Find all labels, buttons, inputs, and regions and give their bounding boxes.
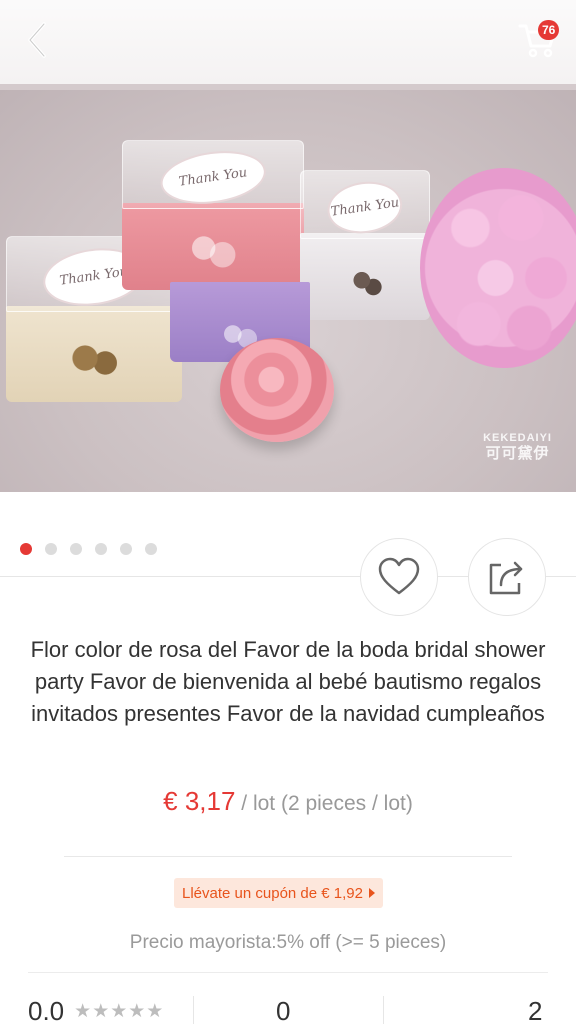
pagination-dot[interactable] xyxy=(145,543,157,555)
star-rating-icon: ★★★★★ xyxy=(74,1001,165,1022)
caret-right-icon xyxy=(368,888,375,898)
product-title: Flor color de rosa del Favor de la boda … xyxy=(30,637,546,726)
price-row: € 3,17 / lot (2 pieces / lot) xyxy=(0,786,576,817)
pagination-dot[interactable] xyxy=(20,543,32,555)
gallery-pagination xyxy=(20,543,157,555)
wishlist-button[interactable] xyxy=(360,538,438,616)
silver-favor-box: Thank You xyxy=(300,170,430,320)
product-stats: 0.0 ★★★★★ 0 2 xyxy=(0,996,576,1024)
hydrangea-flower xyxy=(420,168,576,368)
chevron-left-icon xyxy=(28,22,46,58)
coupon-label: Llévate un cupón de € 1,92 xyxy=(182,884,363,902)
wishlist-count-stat[interactable]: 2 xyxy=(528,996,542,1024)
share-icon xyxy=(489,561,523,595)
back-button[interactable] xyxy=(18,16,58,64)
pagination-dot[interactable] xyxy=(120,543,132,555)
stat-divider xyxy=(193,996,194,1024)
price-unit: / lot (2 pieces / lot) xyxy=(235,792,413,815)
top-bar xyxy=(0,0,576,84)
pagination-dot[interactable] xyxy=(95,543,107,555)
rating-stat[interactable]: 0.0 ★★★★★ xyxy=(28,996,164,1024)
image-watermark: KEKEDAIYI 可可黛伊 xyxy=(483,432,552,463)
orders-stat[interactable]: 0 xyxy=(276,996,290,1024)
stat-divider xyxy=(383,996,384,1024)
product-price: € 3,17 xyxy=(163,786,236,816)
divider xyxy=(28,972,548,973)
rating-value: 0.0 xyxy=(28,996,65,1024)
pagination-dot[interactable] xyxy=(70,543,82,555)
wholesale-price-info: Precio mayorista:5% off (>= 5 pieces) xyxy=(129,932,447,953)
rose-soap xyxy=(220,338,334,442)
coupon-button[interactable]: Llévate un cupón de € 1,92 xyxy=(174,878,383,908)
pagination-dot[interactable] xyxy=(45,543,57,555)
heart-outline-icon xyxy=(378,557,420,595)
share-button[interactable] xyxy=(468,538,546,616)
divider xyxy=(64,856,512,857)
cart-count-badge: 76 xyxy=(538,20,560,40)
